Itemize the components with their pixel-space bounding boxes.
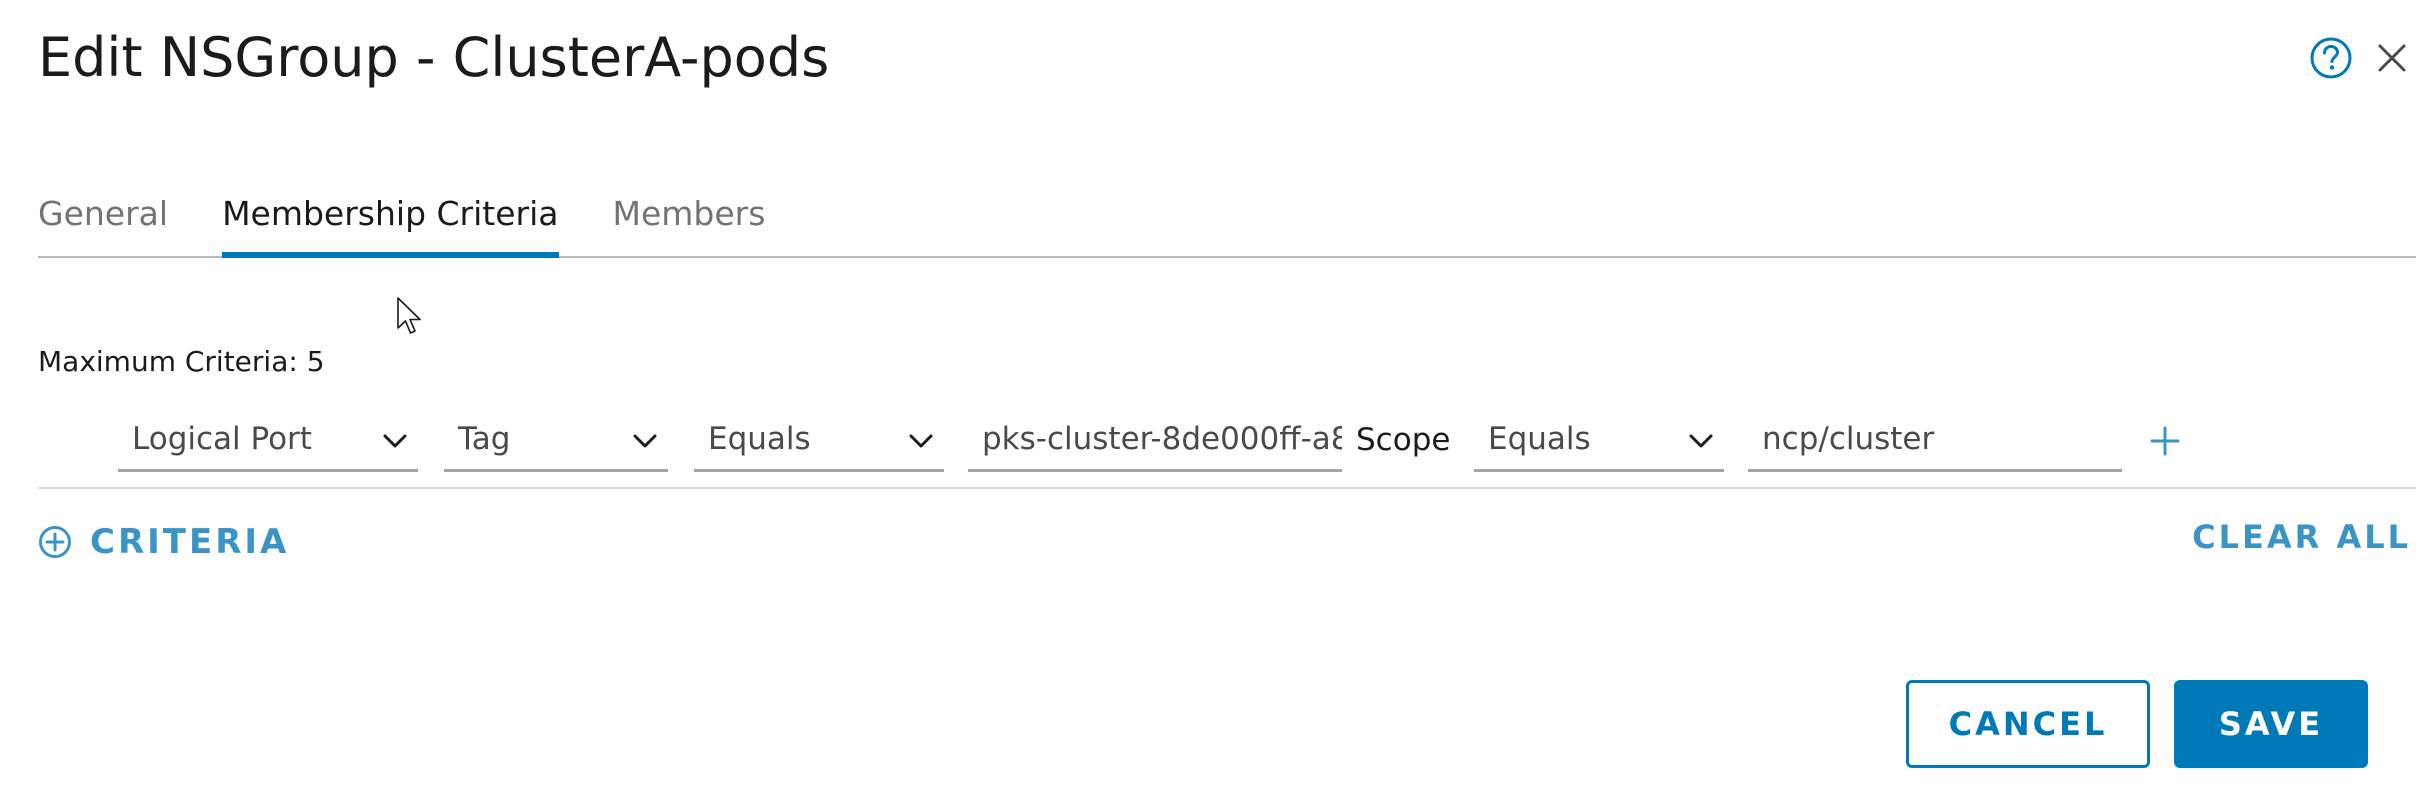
scope-value-text: ncp/cluster <box>1762 420 1935 457</box>
chevron-down-icon <box>633 434 657 448</box>
cancel-button[interactable]: CANCEL <box>1906 680 2150 768</box>
mouse-pointer-icon <box>397 297 421 334</box>
scope-operator-value: Equals <box>1488 420 1591 457</box>
attribute-value: Tag <box>458 420 511 457</box>
dialog-header-actions <box>2309 36 2409 80</box>
clear-all-button[interactable]: CLEAR ALL <box>2192 518 2411 556</box>
tag-value-text: pks-cluster-8de000ff-a8 <box>982 420 1342 457</box>
tab-members[interactable]: Members <box>613 180 766 252</box>
chevron-down-icon <box>383 434 407 448</box>
save-button[interactable]: SAVE <box>2174 680 2368 768</box>
tag-operator-value: Equals <box>708 420 811 457</box>
add-criteria-label: CRITERIA <box>90 522 290 562</box>
tab-membership-criteria[interactable]: Membership Criteria <box>222 180 559 258</box>
plus-circle-icon <box>39 526 71 558</box>
criteria-divider <box>38 487 2416 489</box>
add-condition-plus-icon[interactable] <box>2148 424 2182 458</box>
chevron-down-icon <box>1689 434 1713 448</box>
tag-operator-select[interactable]: Equals <box>694 408 944 472</box>
tab-bar: General Membership Criteria Members <box>38 180 2416 258</box>
member-type-value: Logical Port <box>132 420 312 457</box>
close-icon[interactable] <box>2375 41 2409 75</box>
dialog-title: Edit NSGroup - ClusterA-pods <box>38 26 830 89</box>
chevron-down-icon <box>909 434 933 448</box>
tag-value-input[interactable]: pks-cluster-8de000ff-a8 <box>968 408 1342 472</box>
maximum-criteria-label: Maximum Criteria: 5 <box>38 345 325 378</box>
attribute-select[interactable]: Tag <box>444 408 668 472</box>
member-type-select[interactable]: Logical Port <box>118 408 418 472</box>
scope-label: Scope <box>1356 422 1451 458</box>
scope-operator-select[interactable]: Equals <box>1474 408 1724 472</box>
tab-general[interactable]: General <box>38 180 168 252</box>
scope-value-input[interactable]: ncp/cluster <box>1748 408 2122 472</box>
edit-nsgroup-dialog: Edit NSGroup - ClusterA-pods General Mem… <box>0 0 2433 806</box>
help-circle-icon[interactable] <box>2309 36 2353 80</box>
add-criteria-button[interactable]: CRITERIA <box>38 522 289 562</box>
